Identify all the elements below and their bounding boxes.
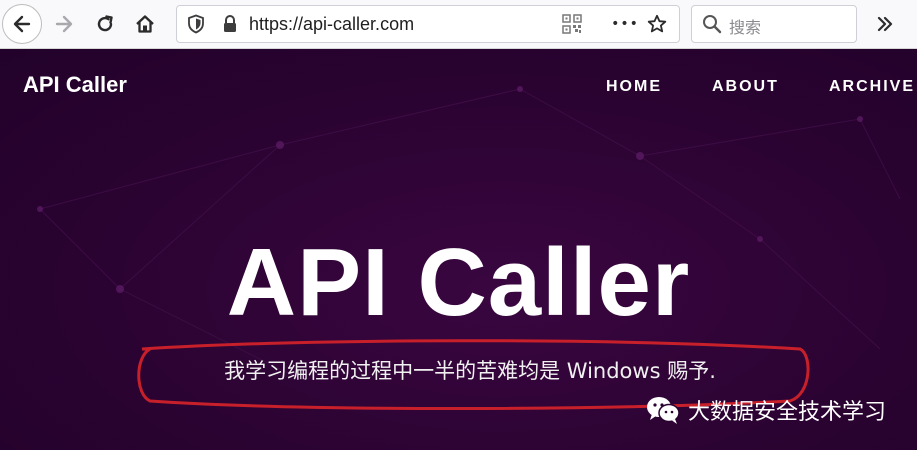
home-button[interactable]	[127, 6, 163, 42]
home-icon	[136, 15, 154, 33]
qr-code-icon[interactable]	[562, 14, 582, 34]
overflow-menu-button[interactable]	[871, 10, 899, 38]
page-actions-button[interactable]: •••	[610, 14, 640, 34]
watermark: 大数据安全技术学习	[646, 394, 886, 426]
shield-icon[interactable]	[186, 14, 206, 34]
reload-icon	[97, 15, 113, 32]
forward-button[interactable]	[46, 6, 82, 42]
wechat-icon	[647, 397, 680, 424]
search-bar[interactable]: 搜索	[691, 5, 857, 43]
url-text[interactable]: https://api-caller.com	[249, 14, 414, 35]
lock-icon[interactable]	[220, 14, 240, 34]
address-bar[interactable]: https://api-caller.com •••	[176, 5, 680, 43]
arrow-right-icon	[55, 15, 73, 33]
search-icon	[702, 14, 722, 38]
back-button[interactable]	[2, 4, 42, 44]
star-icon	[647, 14, 667, 33]
reload-button[interactable]	[87, 6, 123, 42]
browser-toolbar: https://api-caller.com ••• 搜索	[0, 0, 917, 49]
annotation-circle	[137, 339, 810, 410]
watermark-text: 大数据安全技术学习	[688, 400, 887, 425]
double-chevron-right-icon	[877, 16, 893, 32]
search-placeholder[interactable]: 搜索	[729, 14, 761, 38]
website-page: API Caller HOME ABOUT ARCHIVE API Caller…	[0, 49, 917, 450]
more-dots-icon: •••	[611, 16, 639, 32]
arrow-left-icon	[13, 15, 31, 33]
bookmark-star-button[interactable]	[647, 14, 667, 34]
